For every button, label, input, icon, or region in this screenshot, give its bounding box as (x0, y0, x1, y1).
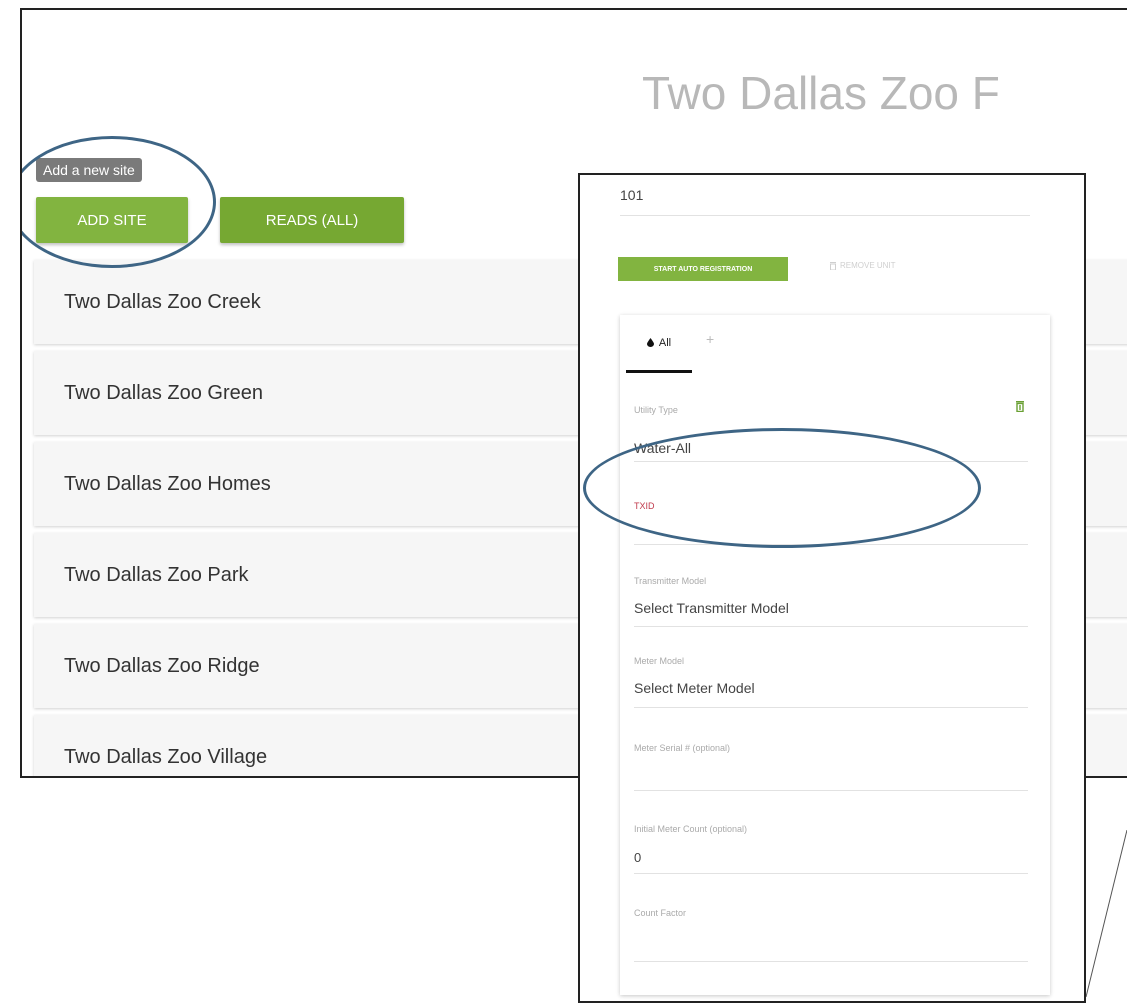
remove-unit-button[interactable]: REMOVE UNIT (830, 261, 896, 270)
txid-label: TXID (634, 501, 655, 511)
water-drop-icon (646, 338, 654, 347)
page-title: Two Dallas Zoo F (642, 67, 1000, 119)
transmitter-model-select[interactable]: Select Transmitter Model (634, 600, 1028, 627)
trash-icon (830, 261, 836, 270)
count-factor-label: Count Factor (634, 908, 687, 918)
utility-type-label: Utility Type (634, 405, 678, 415)
meter-tabs: All + (620, 315, 1050, 375)
initial-meter-count-label: Initial Meter Count (optional) (634, 824, 748, 834)
delete-meter-icon[interactable] (1016, 401, 1024, 412)
meter-serial-input[interactable] (634, 761, 1028, 791)
tab-all[interactable]: All (626, 315, 692, 373)
start-auto-registration-button[interactable]: START AUTO REGISTRATION (618, 257, 788, 281)
meter-card: All + Utility Type Water-All TXID Transm… (620, 315, 1050, 995)
unit-form-screenshot: 101 START AUTO REGISTRATION REMOVE UNIT … (578, 173, 1086, 1003)
meter-model-select[interactable]: Select Meter Model (634, 680, 1028, 708)
initial-meter-count-input[interactable]: 0 (634, 850, 1028, 874)
add-site-button[interactable]: ADD SITE (36, 197, 188, 243)
txid-input[interactable] (634, 521, 1028, 545)
tab-all-label: All (658, 336, 672, 349)
meter-model-label: Meter Model (634, 656, 685, 666)
callout-line (1086, 830, 1127, 997)
remove-unit-label: REMOVE UNIT (840, 261, 896, 270)
add-tab-button[interactable]: + (706, 331, 714, 347)
meter-serial-label: Meter Serial # (optional) (634, 743, 731, 753)
unit-number-field[interactable]: 101 (620, 187, 1030, 216)
reads-all-button[interactable]: READS (ALL) (220, 197, 404, 243)
add-site-tooltip: Add a new site (36, 158, 142, 182)
count-factor-input[interactable] (634, 928, 1028, 962)
transmitter-model-label: Transmitter Model (634, 576, 707, 586)
utility-type-select[interactable]: Water-All (634, 440, 1028, 462)
